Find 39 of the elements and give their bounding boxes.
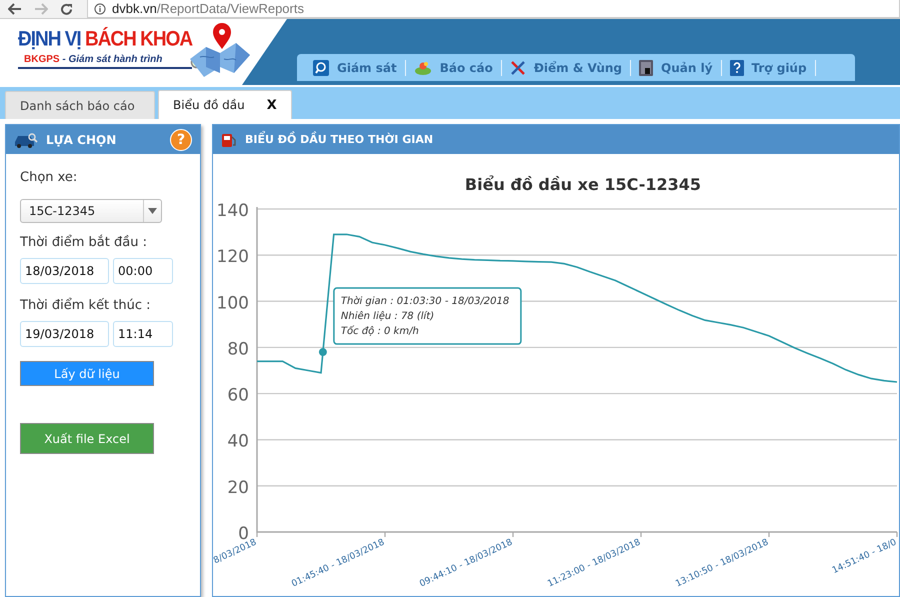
tab[interactable]: Danh sách báo cáo bbox=[5, 91, 155, 119]
axis-tick-label: 60 bbox=[227, 386, 249, 406]
tooltip-text: Nhiên liệu : 78 (lít) bbox=[340, 311, 434, 322]
info-icon[interactable] bbox=[94, 2, 106, 14]
axis-tick-label: 40 bbox=[227, 432, 249, 452]
axis-tick-label: 120 bbox=[216, 247, 249, 268]
date-field[interactable]: 18/03/2018 bbox=[20, 258, 109, 284]
close-button[interactable]: X bbox=[266, 98, 277, 112]
axis-tick-label: 80 bbox=[227, 339, 249, 360]
field-label: Thời điểm kết thúc : bbox=[20, 298, 151, 313]
crossed-tools-icon bbox=[510, 60, 526, 76]
vehicle-dropdown[interactable]: 15C-12345 bbox=[20, 199, 162, 223]
tooltip-text: Tốc độ : 0 km/h bbox=[340, 326, 419, 338]
logo-tagline: BKGPS - Giám sát hành trình bbox=[23, 54, 164, 65]
reload-icon[interactable] bbox=[60, 2, 73, 16]
time-field[interactable]: 00:00 bbox=[113, 258, 173, 284]
logo-title: ĐỊNH VỊ BÁCH KHOA bbox=[18, 28, 192, 52]
tab[interactable]: Biểu đồ dầu X bbox=[158, 90, 292, 119]
axis-tick-label: 100 bbox=[216, 293, 249, 314]
caret-icon bbox=[143, 200, 157, 222]
date-field[interactable]: 19/03/2018 bbox=[20, 321, 109, 347]
tooltip-text: Thời gian : 01:03:30 - 18/03/2018 bbox=[340, 296, 510, 308]
url-text: dvbk.vn/ReportData/ViewReports bbox=[112, 1, 304, 16]
chart-title: Biểu đồ dầu xe 15C-12345 bbox=[464, 175, 702, 194]
pie-chart-icon bbox=[414, 60, 432, 76]
time-field[interactable]: 11:14 bbox=[113, 321, 173, 347]
fuel-pump-icon bbox=[221, 132, 237, 148]
panel-title: LỰA CHỌN bbox=[46, 132, 118, 146]
data-point bbox=[318, 348, 327, 356]
help-book-icon bbox=[730, 60, 744, 76]
axis-tick-label: 140 bbox=[216, 201, 249, 221]
axis-tick-label: 20 bbox=[227, 478, 249, 498]
address-bar[interactable]: dvbk.vn/ReportData/ViewReports bbox=[87, 0, 900, 18]
car-icon bbox=[14, 132, 38, 148]
field-label: Thời điểm bắt đầu : bbox=[20, 235, 147, 250]
back-icon[interactable] bbox=[8, 3, 22, 15]
panel-title: BIỂU ĐỒ DẦU THEO THỜI GIAN bbox=[245, 133, 434, 146]
field-label: Chọn xe: bbox=[20, 170, 78, 185]
cabinet-icon bbox=[639, 60, 654, 76]
